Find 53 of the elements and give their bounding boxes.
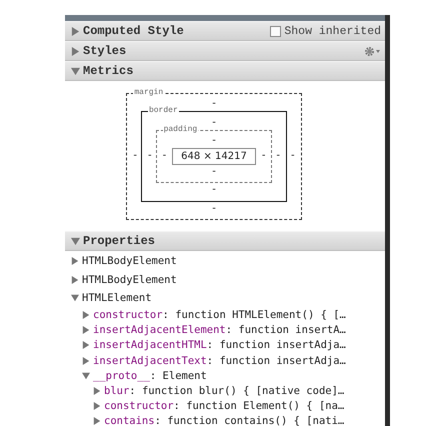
property-entry[interactable]: constructor: function Element() { [na… <box>104 400 344 412</box>
section-header[interactable]: Metrics <box>65 61 385 81</box>
content-size: 648 × 14217 <box>172 148 256 164</box>
settings-icon[interactable] <box>364 46 381 56</box>
expanded-triangle-icon[interactable] <box>82 372 90 380</box>
expanded-triangle-icon[interactable] <box>71 236 80 246</box>
property-entry[interactable]: constructor: function HTMLElement() { [… <box>93 309 346 322</box>
section-title: Styles <box>83 44 126 58</box>
left-value: - <box>132 149 138 163</box>
section-header[interactable]: Properties <box>65 231 385 251</box>
bottom-value: - <box>211 164 217 178</box>
box-label: border <box>148 106 179 116</box>
expanded-triangle-icon[interactable] <box>71 66 80 76</box>
section-header[interactable]: Styles <box>65 41 385 61</box>
left-value: - <box>146 149 153 163</box>
checkbox-label: Show inherited <box>284 24 381 38</box>
object-name[interactable]: HTMLBodyElement <box>82 274 177 286</box>
top-value: - <box>211 134 217 148</box>
property-entry[interactable]: insertAdjacentElement: function insertA… <box>93 324 346 336</box>
box-label: padding <box>162 124 198 134</box>
property-entry[interactable]: blur: function blur() { [native code]… <box>104 385 344 398</box>
property-entry[interactable]: __proto__: Element <box>93 370 207 382</box>
collapsed-triangle-icon[interactable] <box>82 311 90 320</box>
bottom-value: - <box>211 202 217 216</box>
section-title: Properties <box>83 234 156 248</box>
collapsed-triangle-icon[interactable] <box>71 276 79 284</box>
collapsed-triangle-icon[interactable] <box>71 26 80 36</box>
collapsed-triangle-icon[interactable] <box>82 326 90 334</box>
collapsed-triangle-icon[interactable] <box>93 387 101 396</box>
property-entry[interactable]: insertAdjacentText: function insertAdja… <box>93 354 346 367</box>
section-title: Metrics <box>83 64 134 78</box>
right-value: - <box>290 149 296 163</box>
right-value: - <box>260 149 266 163</box>
top-value: - <box>211 96 217 110</box>
box-label: margin <box>133 88 164 98</box>
collapsed-triangle-icon[interactable] <box>71 46 80 56</box>
collapsed-triangle-icon[interactable] <box>71 257 79 266</box>
top-value: - <box>211 116 217 130</box>
right-value: - <box>275 149 282 163</box>
show-inherited-checkbox[interactable] <box>270 26 282 36</box>
left-value: - <box>162 149 168 163</box>
expanded-triangle-icon[interactable] <box>71 294 79 302</box>
collapsed-triangle-icon[interactable] <box>93 417 101 426</box>
collapsed-triangle-icon[interactable] <box>82 356 90 365</box>
property-entry[interactable]: contains: function contains() { [nati… <box>104 415 344 426</box>
property-entry[interactable]: insertAdjacentHTML: function insertAdja… <box>93 339 346 352</box>
bottom-value: - <box>211 182 217 196</box>
section-title: Computed Style <box>83 24 184 38</box>
collapsed-triangle-icon[interactable] <box>82 341 90 350</box>
collapsed-triangle-icon[interactable] <box>93 402 101 410</box>
section-header[interactable]: Computed Style Show inherited <box>65 21 385 41</box>
object-name[interactable]: HTMLBodyElement <box>82 255 177 268</box>
object-name[interactable]: HTMLElement <box>82 292 152 304</box>
